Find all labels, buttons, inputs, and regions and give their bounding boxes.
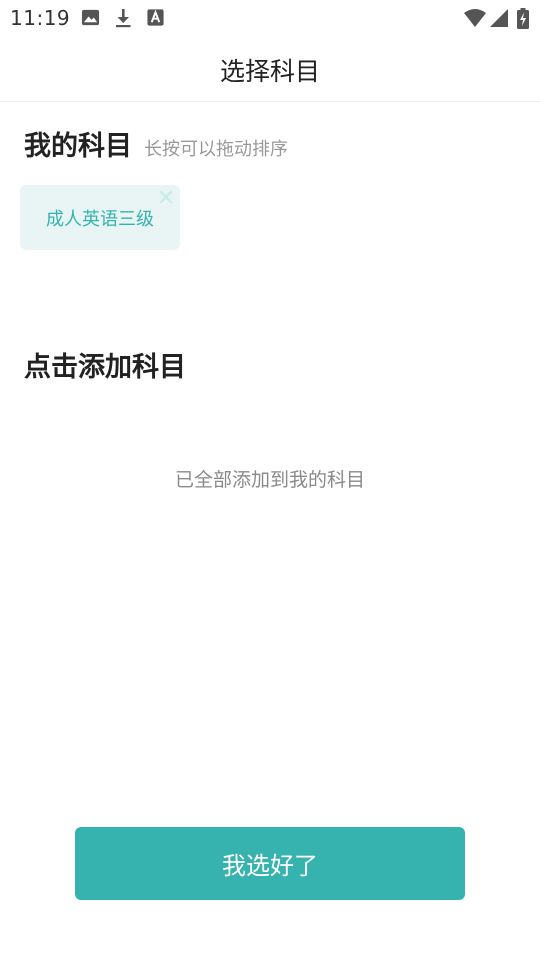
- add-subjects-title: 点击添加科目: [24, 352, 186, 383]
- status-time: 11:19: [10, 6, 71, 30]
- subject-chip[interactable]: 成人英语三级: [20, 185, 180, 250]
- my-subjects-header: 我的科目 长按可以拖动排序: [24, 124, 516, 164]
- close-icon[interactable]: [159, 190, 173, 204]
- subject-chip-label: 成人英语三级: [46, 208, 154, 230]
- confirm-selection-button[interactable]: 我选好了: [75, 827, 465, 900]
- my-subjects-title: 我的科目: [24, 131, 132, 162]
- page-title: 选择科目: [219, 57, 320, 86]
- battery-charging-icon: [516, 8, 530, 29]
- app-header: 选择科目: [0, 36, 540, 102]
- all-added-message: 已全部添加到我的科目: [174, 469, 365, 491]
- image-icon: [81, 8, 101, 28]
- text-icon: [146, 8, 166, 28]
- status-bar: 11:19: [0, 0, 540, 36]
- drag-sort-hint: 长按可以拖动排序: [144, 139, 288, 160]
- signal-icon: [489, 8, 509, 28]
- select-subject-screen: 11:19 选择科目 我的科目 长按可以拖动排序 成人英语三级 点击添加科目 已…: [0, 0, 540, 960]
- wifi-icon: [463, 8, 487, 28]
- download-icon: [113, 8, 133, 28]
